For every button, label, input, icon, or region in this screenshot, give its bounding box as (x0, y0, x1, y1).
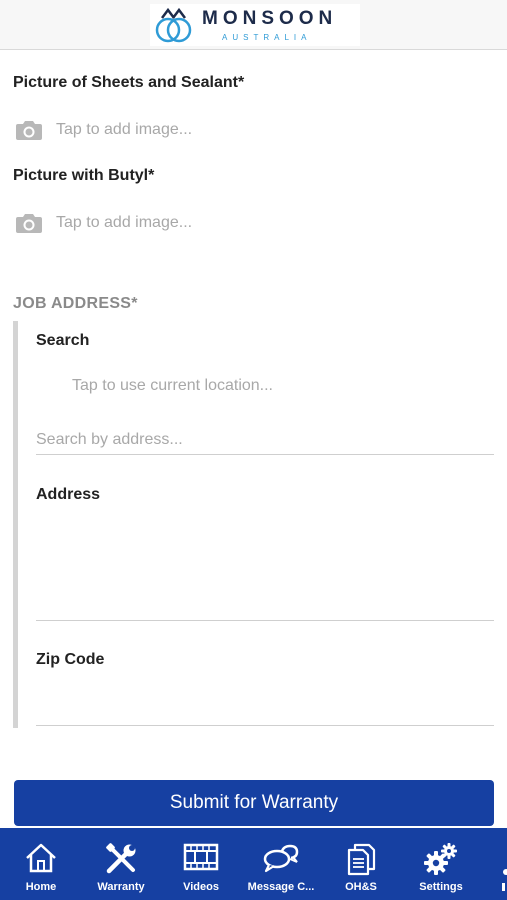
monsoon-logo: MONSOON AUSTRALIA (150, 4, 360, 46)
tab-overflow-peek[interactable] (496, 828, 507, 900)
tab-warranty-label: Warranty (97, 881, 145, 893)
butyl-hint: Tap to add image... (56, 214, 193, 231)
bottom-tab-bar: Home Warranty Videos Message C... OH&S S… (0, 828, 507, 900)
brand-name: MONSOON (202, 8, 338, 29)
droplets-logo-icon (155, 7, 192, 43)
address-field[interactable] (36, 512, 494, 621)
tab-warranty[interactable]: Warranty (81, 828, 161, 900)
tab-videos[interactable]: Videos (161, 828, 241, 900)
address-label: Address (36, 486, 101, 503)
tab-settings-label: Settings (419, 881, 463, 893)
gears-icon (424, 843, 457, 875)
section-group-bar (13, 321, 18, 728)
app-header: MONSOON AUSTRALIA (0, 0, 507, 50)
sheets-sealant-image-picker[interactable]: Tap to add image... (15, 115, 315, 145)
overflow-tab-icon (502, 869, 507, 891)
documents-icon (347, 843, 376, 876)
film-icon (183, 843, 219, 871)
tab-settings[interactable]: Settings (401, 828, 481, 900)
search-label: Search (36, 332, 90, 349)
tools-icon (106, 843, 136, 874)
tab-messages[interactable]: Message C... (241, 828, 321, 900)
tab-messages-label: Message C... (247, 881, 315, 893)
use-current-location-button[interactable]: Tap to use current location... (72, 377, 273, 395)
submit-warranty-button[interactable]: Submit for Warranty (14, 780, 494, 826)
home-icon (26, 843, 56, 873)
tab-videos-label: Videos (183, 881, 219, 893)
sheets-sealant-hint: Tap to add image... (56, 121, 193, 138)
zip-code-label: Zip Code (36, 651, 105, 668)
tab-home-label: Home (25, 881, 57, 893)
butyl-image-picker[interactable]: Tap to add image... (15, 208, 315, 238)
butyl-label: Picture with Butyl* (13, 167, 155, 184)
tab-ohs-label: OH&S (345, 881, 377, 893)
camera-icon (16, 121, 42, 140)
camera-icon (16, 214, 42, 233)
sheets-sealant-label: Picture of Sheets and Sealant* (13, 74, 245, 91)
tab-ohs[interactable]: OH&S (321, 828, 401, 900)
tab-home[interactable]: Home (1, 828, 81, 900)
job-address-title: JOB ADDRESS* (13, 295, 138, 312)
address-search-input[interactable] (36, 425, 494, 455)
brand-subtitle: AUSTRALIA (222, 33, 312, 42)
zip-code-field[interactable] (36, 677, 494, 726)
chat-icon (263, 844, 299, 873)
